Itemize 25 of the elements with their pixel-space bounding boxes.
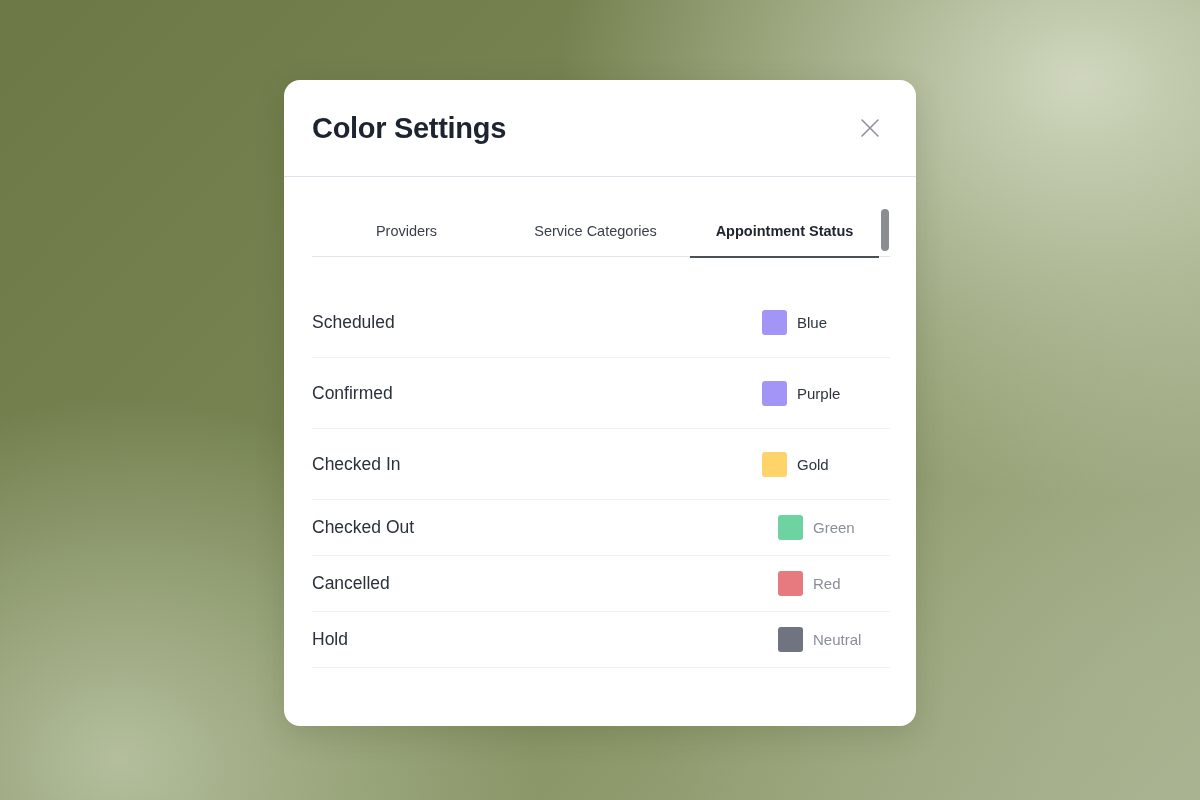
status-name: Hold bbox=[312, 629, 348, 650]
color-swatch-icon[interactable] bbox=[762, 451, 787, 477]
color-swatch-icon[interactable] bbox=[778, 515, 803, 540]
status-name: Scheduled bbox=[312, 311, 395, 333]
tab[interactable]: Service Categories bbox=[501, 209, 690, 258]
color-swatch-icon[interactable] bbox=[778, 571, 803, 596]
color-name: Blue bbox=[797, 313, 828, 331]
color-name: Green bbox=[813, 519, 855, 536]
status-name: Checked Out bbox=[312, 517, 415, 538]
color-swatch-icon[interactable] bbox=[778, 627, 803, 652]
status-name: Cancelled bbox=[312, 573, 390, 594]
dialog-title: Color Settings bbox=[312, 111, 506, 145]
close-button[interactable] bbox=[860, 118, 880, 138]
color-swatch-icon[interactable] bbox=[762, 380, 787, 406]
color-name: Red bbox=[813, 575, 841, 592]
color-name: Neutral bbox=[813, 631, 862, 648]
color-name: Purple bbox=[797, 384, 841, 402]
close-icon bbox=[860, 118, 880, 138]
status-name: Confirmed bbox=[312, 382, 393, 404]
status-name: Checked In bbox=[312, 453, 401, 475]
tab[interactable]: Appointment Status bbox=[690, 209, 879, 258]
tab[interactable]: Providers bbox=[312, 209, 501, 258]
color-name: Gold bbox=[797, 455, 829, 473]
color-swatch-icon[interactable] bbox=[762, 309, 787, 335]
scrollbar-thumb[interactable] bbox=[881, 209, 889, 251]
